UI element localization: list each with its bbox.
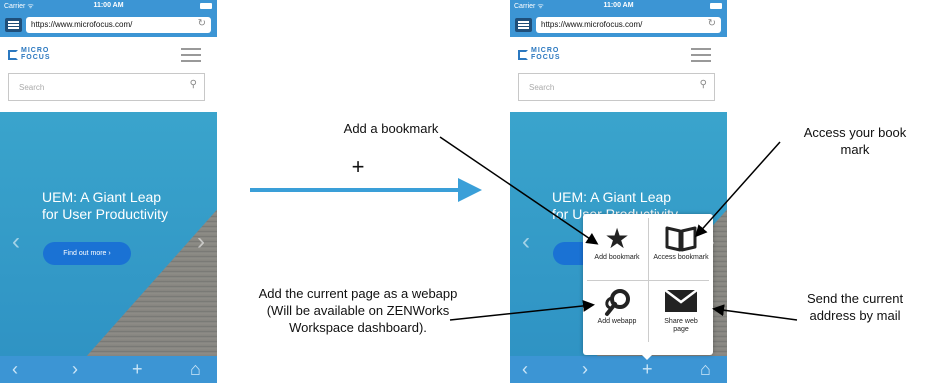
access-bookmark-button[interactable]: Access bookmark — [649, 218, 713, 280]
add-bookmark-label: Add bookmark — [594, 254, 640, 261]
hero-background — [86, 209, 217, 356]
divider — [587, 280, 709, 281]
site-header: MICRO FOCUS — [510, 40, 727, 70]
carousel-prev-icon[interactable]: ‹ — [522, 228, 530, 256]
logo-mark-icon — [8, 50, 18, 60]
back-icon[interactable]: ‹ — [12, 359, 18, 380]
add-bookmark-button[interactable]: ★ Add bookmark — [585, 218, 649, 280]
popup-pointer — [639, 352, 655, 360]
status-time: 11:00 AM — [93, 2, 124, 9]
hero-title: UEM: A Giant Leapfor User Productivity — [42, 189, 169, 222]
hamburger-icon[interactable] — [181, 47, 201, 62]
search-placeholder: Search — [19, 83, 45, 92]
search-input[interactable]: Search ⚲ — [8, 73, 205, 101]
battery-icon — [710, 3, 722, 9]
plus-symbol: + — [351, 154, 365, 179]
forward-icon[interactable]: › — [582, 359, 588, 380]
status-bar: Carrier ᯤ 11:00 AM — [0, 0, 217, 13]
star-icon: ★ — [604, 223, 630, 254]
reload-icon[interactable]: ↻ — [708, 18, 716, 29]
add-webapp-label: Add webapp — [597, 318, 637, 325]
search-input[interactable]: Search ⚲ — [518, 73, 715, 101]
hero-banner: UEM: A Giant Leapfor User Productivity F… — [0, 112, 217, 356]
carousel-prev-icon[interactable]: ‹ — [12, 228, 20, 256]
browser-toolbar: ‹ › + ⌂ — [510, 356, 727, 383]
add-webapp-button[interactable]: Add webapp — [585, 282, 649, 344]
carousel-next-icon[interactable]: › — [197, 228, 205, 256]
access-bookmark-label: Access bookmark — [653, 254, 709, 261]
home-icon[interactable]: ⌂ — [700, 359, 711, 380]
url-field[interactable]: https://www.microfocus.com/ ↻ — [26, 17, 211, 33]
logo-mark-icon — [518, 50, 528, 60]
annotation-add-bookmark: Add a bookmark — [343, 121, 439, 136]
share-web-page-button[interactable]: Share web page — [649, 282, 713, 344]
hamburger-icon[interactable] — [691, 47, 711, 62]
annotation-send-mail: Send the current address by mail — [806, 291, 904, 323]
annotation-add-webapp: Add the current page as a webapp (Will b… — [258, 286, 458, 335]
add-icon[interactable]: + — [642, 359, 653, 380]
forward-icon[interactable]: › — [72, 359, 78, 380]
browser-toolbar: ‹ › + ⌂ — [0, 356, 217, 383]
search-placeholder: Search — [529, 83, 555, 92]
menu-button[interactable] — [5, 18, 22, 32]
menu-button[interactable] — [515, 18, 532, 32]
url-text: https://www.microfocus.com/ — [541, 20, 643, 29]
phone-screen-before: Carrier ᯤ 11:00 AM https://www.microfocu… — [0, 0, 217, 383]
reload-icon[interactable]: ↻ — [198, 18, 206, 29]
chain-link-icon — [585, 288, 649, 318]
site-header: MICRO FOCUS — [0, 40, 217, 70]
add-icon[interactable]: + — [132, 359, 143, 380]
url-text: https://www.microfocus.com/ — [31, 20, 133, 29]
home-icon[interactable]: ⌂ — [190, 359, 201, 380]
envelope-icon — [649, 288, 713, 318]
search-icon[interactable]: ⚲ — [700, 79, 707, 90]
annotation-access-bookmark: Access your book mark — [803, 125, 907, 157]
arrow-to-share-page — [712, 304, 798, 321]
back-icon[interactable]: ‹ — [522, 359, 528, 380]
find-out-more-button[interactable]: Find out more › — [43, 242, 131, 265]
search-icon[interactable]: ⚲ — [190, 79, 197, 90]
share-web-page-label: Share web page — [664, 318, 698, 333]
browser-url-bar: https://www.microfocus.com/ ↻ — [510, 13, 727, 37]
status-bar: Carrier ᯤ 11:00 AM — [510, 0, 727, 13]
bookmark-popup-menu: ★ Add bookmark Access bookmark Add webap… — [583, 214, 713, 360]
battery-icon — [200, 3, 212, 9]
status-time: 11:00 AM — [603, 2, 634, 9]
browser-url-bar: https://www.microfocus.com/ ↻ — [0, 13, 217, 37]
open-book-icon — [649, 224, 713, 254]
url-field[interactable]: https://www.microfocus.com/ ↻ — [536, 17, 721, 33]
